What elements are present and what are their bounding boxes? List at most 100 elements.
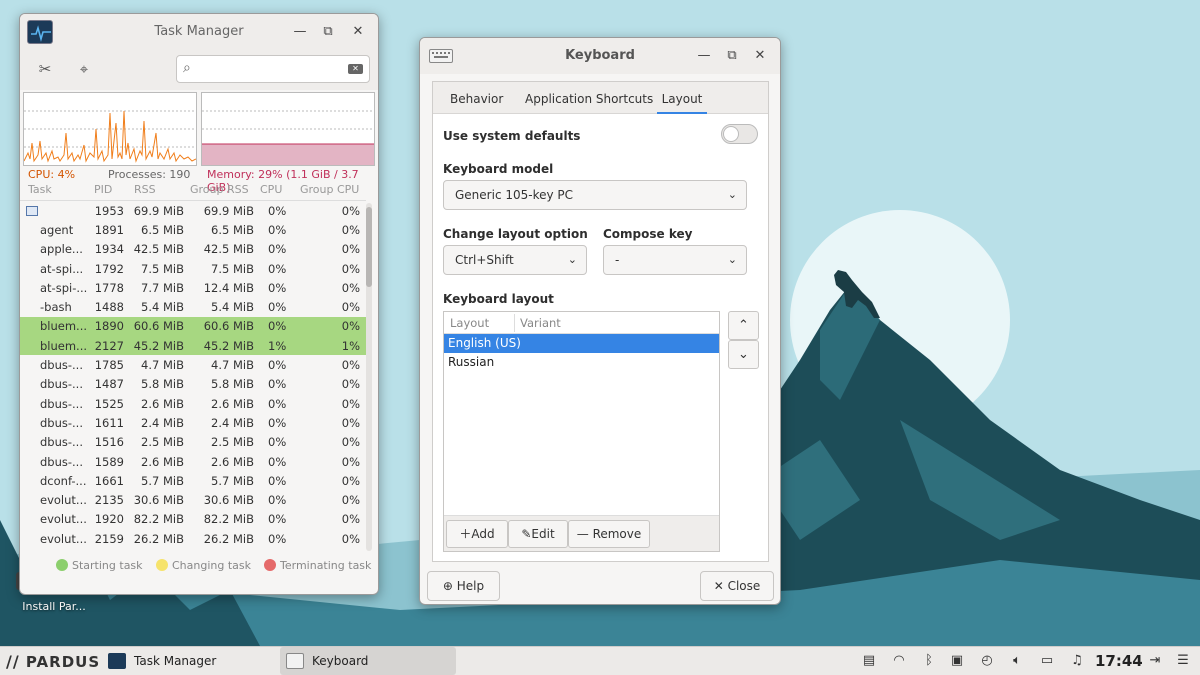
minimize-button[interactable]: —: [694, 46, 714, 66]
tab-behavior[interactable]: Behavior: [450, 92, 503, 106]
cell-grss: 5.4 MiB: [211, 300, 254, 315]
tab-layout[interactable]: Layout: [657, 92, 707, 114]
pardus-logo[interactable]: // PARDUS: [6, 652, 100, 672]
cell-rss: 26.2 MiB: [133, 531, 184, 546]
keyboard-model-label: Keyboard model: [443, 162, 554, 176]
cell-grss: 60.6 MiB: [203, 319, 254, 334]
cell-cpu: 0%: [268, 319, 287, 334]
pencil-icon: ✎: [521, 527, 532, 541]
minimize-button[interactable]: —: [290, 22, 310, 42]
column-task[interactable]: Task: [20, 183, 88, 196]
clear-search-icon[interactable]: ✕: [348, 64, 363, 74]
move-up-button[interactable]: ⌃: [728, 311, 759, 340]
volume-icon[interactable]: 🔈︎: [1008, 652, 1026, 670]
column-group-cpu[interactable]: Group CPU: [292, 183, 360, 196]
add-layout-button[interactable]: ＋Add: [446, 520, 508, 548]
keyboard-icon: [286, 653, 304, 669]
logout-icon[interactable]: ⇥: [1146, 652, 1164, 670]
cell-pid: 1516: [94, 435, 124, 450]
cpu-graph: [23, 92, 197, 166]
table-row[interactable]: -bash 1488 5.4 MiB 5.4 MiB 0% 0%: [20, 297, 366, 316]
table-row[interactable]: dbus-... 1525 2.6 MiB 2.6 MiB 0% 0%: [20, 394, 366, 413]
list-item[interactable]: Russian: [444, 353, 719, 372]
use-defaults-toggle[interactable]: [721, 124, 758, 144]
list-item[interactable]: English (US): [444, 334, 719, 353]
wifi-icon[interactable]: ◠: [890, 652, 908, 670]
scrollbar-thumb[interactable]: [366, 207, 372, 287]
table-row[interactable]: dbus-... 1785 4.7 MiB 4.7 MiB 0% 0%: [20, 355, 366, 374]
layout-option-value: Ctrl+Shift: [455, 253, 514, 267]
crosshair-icon[interactable]: ⌖: [75, 60, 93, 78]
remove-layout-button[interactable]: — Remove: [568, 520, 650, 548]
cell-grss: 4.7 MiB: [211, 358, 254, 373]
cell-rss: 2.5 MiB: [141, 435, 184, 450]
column-pid[interactable]: PID: [88, 183, 124, 196]
cell-pid: 1890: [94, 319, 124, 334]
notes-icon[interactable]: ▤: [860, 652, 878, 670]
cell-cpu: 0%: [268, 531, 287, 546]
table-row[interactable]: agent 1891 6.5 MiB 6.5 MiB 0% 0%: [20, 220, 366, 239]
cell-rss: 2.4 MiB: [141, 415, 184, 430]
column-group-rss[interactable]: Group RSS: [184, 183, 254, 196]
table-row[interactable]: at-spi... 1792 7.5 MiB 7.5 MiB 0% 0%: [20, 259, 366, 278]
help-icon: ⊕: [442, 579, 457, 593]
taskbar-item-task-manager[interactable]: Task Manager: [108, 647, 278, 675]
cell-grss: 2.5 MiB: [211, 435, 254, 450]
cell-cpu: 0%: [268, 203, 287, 218]
process-scrollbar[interactable]: [366, 203, 372, 551]
usage-graphs: CPU: 4% Processes: 190 Memory: 29% (1.1 …: [20, 90, 378, 194]
tab-application-shortcuts[interactable]: Application Shortcuts: [525, 92, 653, 106]
table-row[interactable]: evolut... 2159 26.2 MiB 26.2 MiB 0% 0%: [20, 529, 366, 548]
table-row[interactable]: dbus-... 1487 5.8 MiB 5.8 MiB 0% 0%: [20, 375, 366, 394]
display-icon[interactable]: ▣: [948, 652, 966, 670]
menu-icon[interactable]: ☰: [1174, 652, 1192, 670]
desktop-icon-label: Install Par...: [22, 600, 86, 613]
table-row[interactable]: at-spi-... 1778 7.7 MiB 12.4 MiB 0% 0%: [20, 278, 366, 297]
help-button[interactable]: ⊕ Help: [427, 571, 500, 601]
layout-option-select[interactable]: Ctrl+Shift ⌄: [443, 245, 587, 275]
table-row[interactable]: evolut... 1920 82.2 MiB 82.2 MiB 0% 0%: [20, 510, 366, 529]
battery-icon[interactable]: ▭: [1038, 652, 1056, 670]
cell-rss: 5.7 MiB: [141, 473, 184, 488]
cell-rss: 82.2 MiB: [133, 512, 184, 527]
move-down-button[interactable]: ⌄: [728, 340, 759, 369]
notification-bell-icon[interactable]: ♫: [1068, 652, 1086, 670]
table-row[interactable]: 1953 69.9 MiB 69.9 MiB 0% 0%: [20, 201, 366, 220]
table-row[interactable]: bluem... 1890 60.6 MiB 60.6 MiB 0% 0%: [20, 316, 366, 337]
keyboard-titlebar[interactable]: Keyboard — ⧉ ✕: [420, 38, 780, 74]
cell-grss: 42.5 MiB: [203, 242, 254, 257]
cell-cpu: 0%: [268, 454, 287, 469]
maximize-button[interactable]: ⧉: [722, 46, 742, 66]
taskbar-item-keyboard[interactable]: Keyboard: [280, 647, 456, 675]
table-row[interactable]: dbus-... 1589 2.6 MiB 2.6 MiB 0% 0%: [20, 452, 366, 471]
search-input[interactable]: ⌕ ✕: [176, 55, 370, 83]
clock-applet-icon[interactable]: ◴: [978, 652, 996, 670]
close-button[interactable]: ✕: [348, 22, 368, 42]
table-row[interactable]: dbus-... 1516 2.5 MiB 2.5 MiB 0% 0%: [20, 433, 366, 452]
cell-pid: 2127: [94, 338, 124, 353]
bluetooth-icon[interactable]: ᛒ: [920, 652, 938, 670]
compose-key-select[interactable]: - ⌄: [603, 245, 747, 275]
task-manager-toolbar: ✂ ⌖ ⌕ ✕: [20, 50, 378, 90]
maximize-button[interactable]: ⧉: [318, 22, 338, 42]
cell-grss: 69.9 MiB: [203, 203, 254, 218]
table-row[interactable]: dconf-... 1661 5.7 MiB 5.7 MiB 0% 0%: [20, 471, 366, 490]
table-row[interactable]: dbus-... 1611 2.4 MiB 2.4 MiB 0% 0%: [20, 413, 366, 432]
close-icon: ✕: [713, 579, 728, 593]
column-variant[interactable]: Variant: [520, 316, 561, 330]
close-button[interactable]: ✕: [750, 46, 770, 66]
clock[interactable]: 17:44: [1095, 652, 1143, 670]
column-layout[interactable]: Layout: [450, 316, 489, 330]
keyboard-model-select[interactable]: Generic 105-key PC ⌄: [443, 180, 747, 210]
settings-tools-icon[interactable]: ✂: [36, 60, 54, 78]
column-rss[interactable]: RSS: [124, 183, 184, 196]
legend-starting: Starting task: [56, 559, 143, 572]
column-cpu[interactable]: CPU: [254, 183, 292, 196]
close-dialog-button[interactable]: ✕ Close: [700, 571, 774, 601]
task-manager-titlebar[interactable]: Task Manager — ⧉ ✕: [20, 14, 378, 50]
edit-layout-button[interactable]: ✎Edit: [508, 520, 568, 548]
chevron-up-icon: ⌃: [738, 318, 749, 333]
table-row[interactable]: apple... 1934 42.5 MiB 42.5 MiB 0% 0%: [20, 240, 366, 259]
table-row[interactable]: bluem... 2127 45.2 MiB 45.2 MiB 1% 1%: [20, 336, 366, 356]
table-row[interactable]: evolut... 2135 30.6 MiB 30.6 MiB 0% 0%: [20, 490, 366, 509]
